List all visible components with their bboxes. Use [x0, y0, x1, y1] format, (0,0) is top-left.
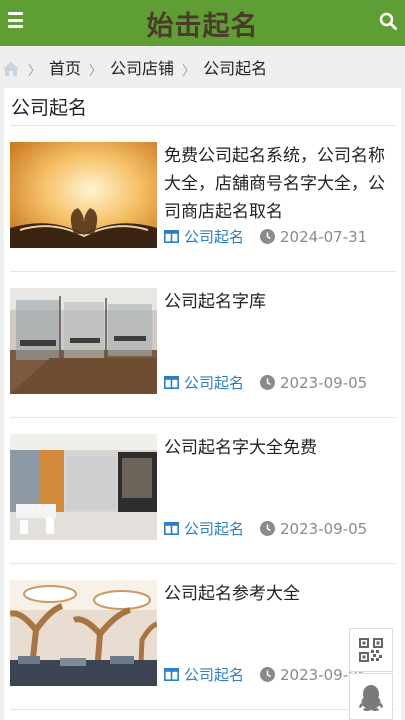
article-title[interactable]: 公司起名字大全免费 [164, 434, 387, 462]
breadcrumb-separator: 〉 [28, 63, 42, 79]
article-title[interactable]: 免费公司起名系统，公司名称大全，店舖商号名字大全，公司商店起名取名 [164, 142, 387, 226]
article-category-label: 公司起名 [184, 228, 245, 246]
list-item[interactable]: 免费公司起名系统，公司名称大全，店舖商号名字大全，公司商店起名取名 公司起名 2… [10, 126, 395, 272]
section-title: 公司起名 [10, 88, 395, 126]
article-date-label: 2023-09-05 [280, 519, 368, 538]
article-date-label: 2024-07-31 [280, 227, 368, 246]
article-list-panel: 公司起名 免费公司起名系统，公司名称大全，店舖商号名字大全，公司商店起名取名 公… [4, 88, 401, 720]
article-title[interactable]: 公司起名参考大全 [164, 580, 387, 608]
menu-icon[interactable] [8, 12, 23, 28]
clock-icon [260, 667, 276, 682]
article-category[interactable]: 公司起名 [164, 518, 244, 539]
article-category[interactable]: 公司起名 [164, 226, 244, 247]
clock-icon [260, 375, 276, 390]
article-date: 2023-09-05 [260, 520, 367, 538]
breadcrumb-home[interactable]: 首页 [49, 55, 81, 79]
list-item[interactable]: 公司起名字库 公司起名 2023-09-05 [10, 272, 395, 418]
book-icon [164, 230, 179, 243]
article-meta: 公司起名 2024-07-31 [164, 226, 395, 247]
article-date: 2024-07-31 [260, 228, 367, 246]
clock-icon [260, 229, 276, 244]
breadcrumb: 〉 首页 〉 公司店铺 〉 公司起名 [0, 46, 405, 88]
list-item[interactable]: 公司起名字大全免费 公司起名 2023-09-05 [10, 418, 395, 564]
article-thumbnail[interactable] [10, 580, 157, 686]
article-title[interactable]: 公司起名字库 [164, 288, 387, 316]
article-date-label: 2023-09-05 [280, 373, 368, 392]
breadcrumb-separator: 〉 [89, 63, 103, 79]
article-category[interactable]: 公司起名 [164, 372, 244, 393]
list-item[interactable]: 公司起名参考大全 公司起名 2023-09-05 [10, 564, 395, 710]
article-category-label: 公司起名 [184, 666, 245, 684]
qq-contact-button[interactable] [349, 673, 393, 720]
home-icon[interactable] [2, 61, 20, 77]
book-icon [164, 376, 179, 389]
book-icon [164, 522, 179, 535]
article-thumbnail[interactable] [10, 142, 157, 248]
article-meta: 公司起名 2023-09-05 [164, 372, 395, 393]
site-logo[interactable]: 始击起名 [147, 4, 259, 43]
breadcrumb-current[interactable]: 公司起名 [203, 55, 267, 79]
article-date: 2023-09-05 [260, 374, 367, 392]
qr-code-icon [359, 638, 383, 662]
article-meta: 公司起名 2023-09-05 [164, 518, 395, 539]
article-thumbnail[interactable] [10, 434, 157, 540]
article-category-label: 公司起名 [184, 374, 245, 392]
breadcrumb-category[interactable]: 公司店铺 [110, 55, 174, 79]
qq-penguin-icon [359, 684, 383, 711]
site-header: 始击起名 [0, 0, 405, 46]
clock-icon [260, 521, 276, 536]
search-icon[interactable] [379, 12, 397, 30]
article-category[interactable]: 公司起名 [164, 664, 244, 685]
article-thumbnail[interactable] [10, 288, 157, 394]
breadcrumb-separator: 〉 [182, 63, 196, 79]
article-category-label: 公司起名 [184, 520, 245, 538]
book-icon [164, 668, 179, 681]
qr-code-button[interactable] [349, 628, 393, 672]
